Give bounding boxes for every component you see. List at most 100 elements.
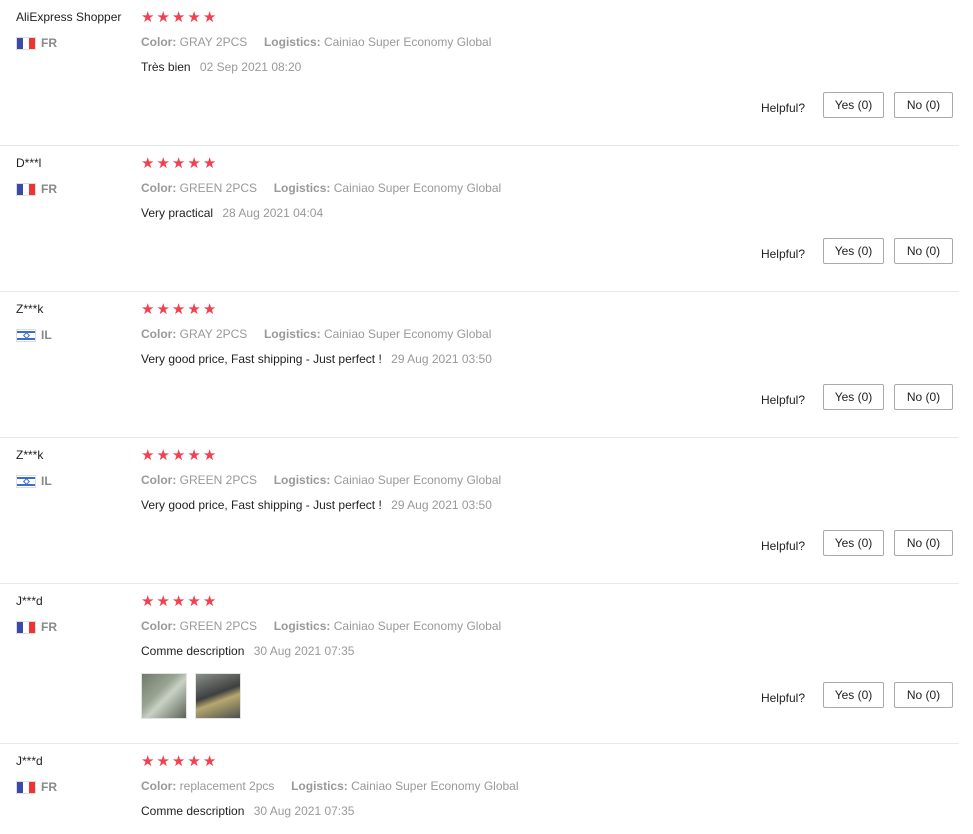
review-item: J***d FR ★ ★ ★ ★ ★ Color: replacement 2p… (0, 744, 959, 834)
color-value: GREEN 2PCS (179, 473, 258, 487)
star-icon: ★ (141, 593, 155, 610)
review-meta: Color: GREEN 2PCS Logistics: Cainiao Sup… (141, 181, 501, 195)
star-icon: ★ (141, 155, 155, 172)
helpful-no-button[interactable]: No (0) (894, 384, 953, 410)
review-text: Très bien (141, 60, 191, 74)
logistics-label: Logistics: (263, 327, 321, 341)
star-icon: ★ (171, 593, 186, 610)
helpful-votes: Helpful? Yes (0) No (0) (761, 682, 953, 708)
il-flag-icon (16, 328, 36, 342)
color-label: Color: (141, 779, 177, 793)
fr-flag-icon (16, 36, 36, 50)
review-photo-thumbnail[interactable] (141, 673, 187, 719)
review-meta: Color: GRAY 2PCS Logistics: Cainiao Supe… (141, 35, 491, 49)
star-icon: ★ (202, 447, 217, 464)
helpful-no-button[interactable]: No (0) (894, 92, 953, 118)
review-feedback: Comme description 30 Aug 2021 07:35 (141, 804, 354, 818)
review-item: D***l FR ★ ★ ★ ★ ★ Color: GREEN 2PCS Log… (0, 146, 959, 292)
helpful-yes-button[interactable]: Yes (0) (823, 530, 884, 556)
review-text: Very practical (141, 206, 214, 220)
color-label: Color: (141, 35, 177, 49)
logistics-value: Cainiao Super Economy Global (351, 779, 519, 793)
color-value: GRAY 2PCS (179, 35, 248, 49)
color-label: Color: (141, 327, 177, 341)
color-label: Color: (141, 619, 177, 633)
helpful-votes: Helpful? Yes (0) No (0) (761, 530, 953, 556)
country-code: FR (41, 620, 57, 634)
star-icon: ★ (171, 447, 186, 464)
review-feedback: Very good price, Fast shipping - Just pe… (141, 352, 492, 366)
buyer-name: J***d (16, 594, 43, 608)
color-label: Color: (141, 473, 177, 487)
helpful-no-button[interactable]: No (0) (894, 530, 953, 556)
star-icon: ★ (156, 155, 170, 172)
buyer-country: FR (16, 620, 57, 634)
review-feedback: Very practical 28 Aug 2021 04:04 (141, 206, 323, 220)
star-icon: ★ (156, 301, 170, 318)
review-text: Comme description (141, 804, 245, 818)
helpful-yes-button[interactable]: Yes (0) (823, 238, 884, 264)
star-icon: ★ (202, 753, 217, 770)
buyer-name: AliExpress Shopper (16, 10, 122, 24)
helpful-label: Helpful? (760, 393, 805, 407)
star-rating: ★ ★ ★ ★ ★ (141, 302, 216, 318)
helpful-no-button[interactable]: No (0) (894, 682, 953, 708)
star-icon: ★ (141, 9, 155, 26)
buyer-name: Z***k (16, 302, 44, 316)
star-icon: ★ (187, 155, 201, 172)
star-rating: ★ ★ ★ ★ ★ (141, 10, 216, 26)
review-feedback: Comme description 30 Aug 2021 07:35 (141, 644, 354, 658)
buyer-country: FR (16, 36, 57, 50)
logistics-value: Cainiao Super Economy Global (323, 35, 492, 49)
buyer-country: IL (16, 328, 52, 342)
logistics-label: Logistics: (273, 181, 331, 195)
helpful-label: Helpful? (760, 247, 805, 261)
star-icon: ★ (141, 301, 155, 318)
color-value: GREEN 2PCS (179, 181, 258, 195)
helpful-label: Helpful? (760, 539, 805, 553)
star-icon: ★ (202, 9, 217, 26)
review-date: 30 Aug 2021 07:35 (253, 804, 355, 818)
review-feedback: Very good price, Fast shipping - Just pe… (141, 498, 492, 512)
helpful-no-button[interactable]: No (0) (894, 238, 953, 264)
star-rating: ★ ★ ★ ★ ★ (141, 754, 216, 770)
star-icon: ★ (156, 593, 170, 610)
helpful-votes: Helpful? Yes (0) No (0) (761, 92, 953, 118)
star-icon: ★ (171, 301, 186, 318)
review-date: 30 Aug 2021 07:35 (253, 644, 355, 658)
logistics-value: Cainiao Super Economy Global (333, 619, 502, 633)
helpful-label: Helpful? (760, 691, 805, 705)
review-date: 29 Aug 2021 03:50 (391, 498, 492, 512)
review-photos (141, 673, 241, 719)
helpful-label: Helpful? (760, 101, 805, 115)
review-date: 28 Aug 2021 04:04 (222, 206, 324, 220)
review-item: Z***k IL ★ ★ ★ ★ ★ Color: GREEN 2PCS Log… (0, 438, 959, 584)
star-icon: ★ (156, 9, 170, 26)
helpful-yes-button[interactable]: Yes (0) (823, 682, 884, 708)
star-icon: ★ (187, 593, 201, 610)
country-code: FR (41, 182, 57, 196)
buyer-country: FR (16, 182, 57, 196)
il-flag-icon (16, 474, 36, 488)
helpful-yes-button[interactable]: Yes (0) (823, 384, 884, 410)
buyer-name: Z***k (16, 448, 44, 462)
star-icon: ★ (187, 753, 201, 770)
review-photo-thumbnail[interactable] (195, 673, 241, 719)
helpful-votes: Helpful? Yes (0) No (0) (761, 384, 953, 410)
buyer-name: D***l (16, 156, 42, 170)
logistics-label: Logistics: (291, 779, 348, 793)
star-icon: ★ (171, 9, 186, 26)
star-icon: ★ (171, 155, 186, 172)
logistics-value: Cainiao Super Economy Global (323, 327, 492, 341)
buyer-name: J***d (16, 754, 43, 768)
buyer-country: IL (16, 474, 52, 488)
star-icon: ★ (156, 447, 170, 464)
buyer-country: FR (16, 780, 57, 794)
star-icon: ★ (202, 155, 217, 172)
country-code: IL (41, 328, 52, 342)
helpful-yes-button[interactable]: Yes (0) (823, 92, 884, 118)
star-icon: ★ (156, 753, 170, 770)
fr-flag-icon (16, 182, 36, 196)
review-feedback: Très bien 02 Sep 2021 08:20 (141, 60, 301, 74)
review-meta: Color: GRAY 2PCS Logistics: Cainiao Supe… (141, 327, 491, 341)
